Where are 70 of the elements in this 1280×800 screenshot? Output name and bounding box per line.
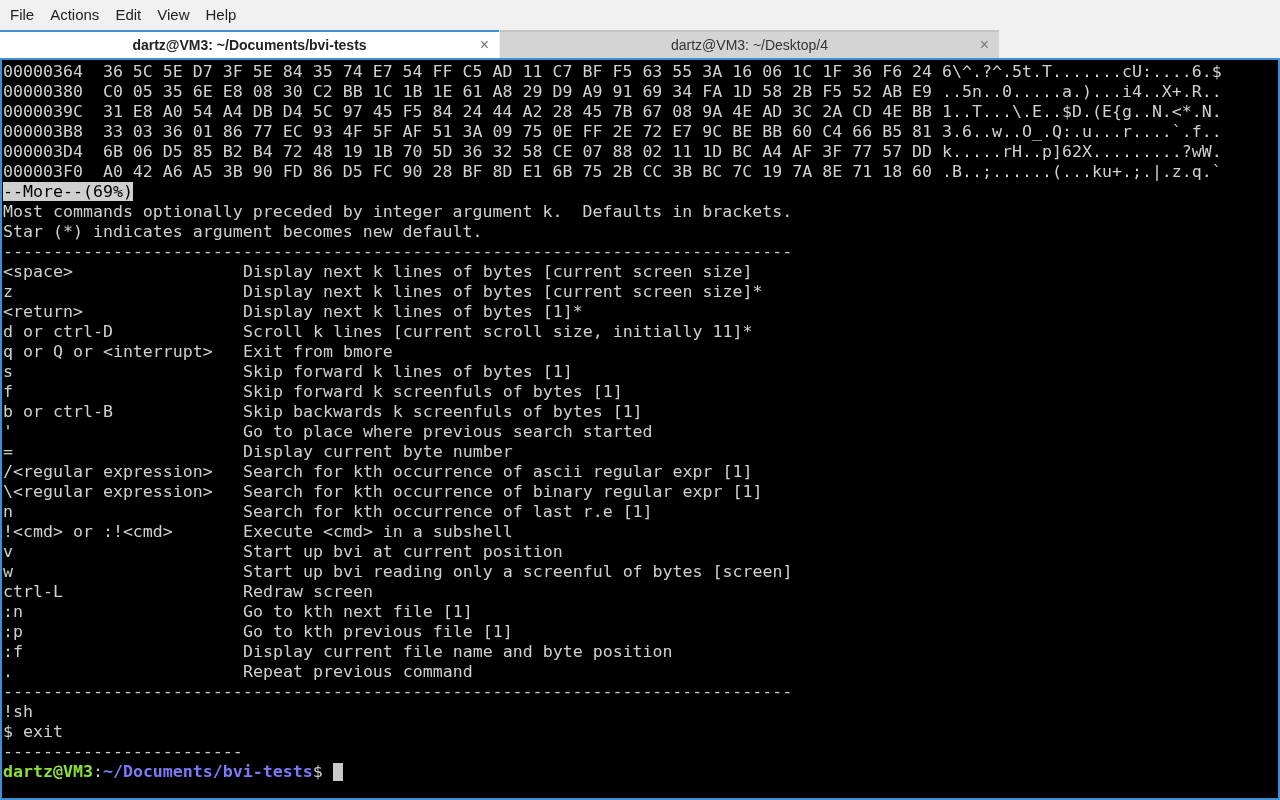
command-key: w bbox=[3, 562, 13, 581]
command-description: Display next k lines of bytes [current screen size]* bbox=[243, 282, 763, 302]
terminal-line: 000003F0 A0 42 A6 A5 3B 90 FD 86 D5 FC 90 28 BF 8D E1 6B 75 2B CC 3B BC 7C 19 7A 8E 71 18 60 .B..;......(...ku+.;.|.z.q.` bbox=[3, 162, 1222, 181]
command-description: Exit from bmore bbox=[243, 342, 393, 362]
command-key: :p bbox=[3, 622, 23, 641]
command-key: f bbox=[3, 382, 13, 401]
terminal-line: 000003D4 6B 06 D5 85 B2 B4 72 48 19 1B 70 5D 36 32 58 CE 07 88 02 11 1D BC A4 AF 3F 77 57 DD k.....rH..p]62X.........?wW. bbox=[3, 142, 1222, 161]
command-key: d or ctrl-D bbox=[3, 322, 113, 341]
command-description: Go to kth previous file [1] bbox=[243, 622, 513, 642]
terminal-line: Most commands optionally preceded by integer argument k. Defaults in brackets. bbox=[3, 202, 793, 221]
prompt-symbol: $ bbox=[312, 762, 323, 782]
command-key: = bbox=[3, 442, 13, 461]
command-key: q or Q or <interrupt> bbox=[3, 342, 213, 361]
command-description: Search for kth occurrence of last r.e [1] bbox=[243, 502, 653, 522]
terminal-line: 00000364 36 5C 5E D7 3F 5E 84 35 74 E7 54 FF C5 AD 11 C7 BF F5 63 55 3A 16 06 1C 1F 36 F6 24 6\^.?^.5t.T.......cU:....6.$ bbox=[3, 62, 1222, 81]
menu-item[interactable]: Help bbox=[197, 3, 245, 27]
text-cursor bbox=[332, 763, 343, 781]
command-description: Scroll k lines [current scroll size, initially 11]* bbox=[243, 322, 753, 342]
command-key: ' bbox=[3, 422, 13, 441]
close-button[interactable]: × bbox=[479, 33, 489, 57]
menu-item[interactable]: View bbox=[149, 3, 198, 27]
menu-item[interactable]: Actions bbox=[42, 3, 108, 27]
command-description: Display current file name and byte position bbox=[243, 642, 673, 662]
command-description: Redraw screen bbox=[243, 582, 373, 602]
command-description: Display current byte number bbox=[243, 442, 513, 462]
command-key: \<regular expression> bbox=[3, 482, 213, 501]
prompt-separator: : bbox=[92, 762, 103, 782]
prompt-user: dartz@VM3 bbox=[3, 762, 93, 782]
command-key: :n bbox=[3, 602, 23, 621]
command-description: Display next k lines of bytes [1]* bbox=[243, 302, 583, 322]
command-key: ctrl-L bbox=[3, 582, 63, 601]
command-description: Start up bvi reading only a screenful of bytes [screen] bbox=[243, 562, 793, 582]
dashed-rule: ------------------------ bbox=[3, 742, 243, 761]
command-description: Display next k lines of bytes [current screen size] bbox=[243, 262, 753, 282]
dashed-rule: ------------------------------------------------------------------------------- bbox=[3, 242, 793, 261]
terminal-line: !sh bbox=[3, 702, 33, 721]
command-key: /<regular expression> bbox=[3, 462, 213, 481]
command-key: b or ctrl-B bbox=[3, 402, 113, 421]
command-description: Skip backwards k screenfuls of bytes [1] bbox=[243, 402, 643, 422]
prompt-path: ~/Documents/bvi-tests bbox=[102, 762, 313, 782]
terminal-line: 000003B8 33 03 36 01 86 77 EC 93 4F 5F AF 51 3A 09 75 0E FF 2E 72 E7 9C BE BB 60 C4 66 B5 81 3.6..w..O_.Q:.u...r....`.f.. bbox=[3, 122, 1222, 141]
command-description: Repeat previous command bbox=[243, 662, 473, 682]
command-key: <return> bbox=[3, 302, 83, 321]
menu-item[interactable]: File bbox=[2, 3, 43, 27]
command-description: Execute <cmd> in a subshell bbox=[243, 522, 513, 542]
terminal-line: $ exit bbox=[3, 722, 63, 741]
command-description: Go to place where previous search started bbox=[243, 422, 653, 442]
dashed-rule: ------------------------------------------------------------------------------- bbox=[3, 682, 793, 701]
command-description: Skip forward k lines of bytes [1] bbox=[243, 362, 573, 382]
command-description: Start up bvi at current position bbox=[243, 542, 563, 562]
command-key: n bbox=[3, 502, 13, 521]
menu-item[interactable]: Edit bbox=[107, 3, 150, 27]
command-key: . bbox=[3, 662, 13, 681]
command-key: <space> bbox=[3, 262, 73, 281]
command-key: z bbox=[3, 282, 13, 301]
command-key: !<cmd> or :!<cmd> bbox=[3, 522, 173, 541]
terminal-line: 00000380 C0 05 35 6E E8 08 30 C2 BB 1C 1B 1E 61 A8 29 D9 A9 91 69 34 FA 1D 58 2B F5 52 AB E9 ..5n..0.....a.)...i4..X+.R.. bbox=[3, 82, 1222, 101]
command-description: Skip forward k screenfuls of bytes [1] bbox=[243, 382, 623, 402]
more-prompt: --More--(69%) bbox=[3, 182, 133, 201]
command-description: Go to kth next file [1] bbox=[243, 602, 473, 622]
command-key: :f bbox=[3, 642, 23, 661]
command-description: Search for kth occurrence of ascii regular expr [1] bbox=[243, 462, 753, 482]
terminal-line: Star (*) indicates argument becomes new default. bbox=[3, 222, 483, 241]
terminal-tab[interactable]: dartz@VM3: ~/Documents/bvi-tests × bbox=[0, 30, 499, 58]
command-description: Search for kth occurrence of binary regular expr [1] bbox=[243, 482, 763, 502]
terminal-tab[interactable]: dartz@VM3: ~/Desktop/4 × bbox=[500, 30, 999, 58]
terminal-line: 0000039C 31 E8 A0 54 A4 DB D4 5C 97 45 F5 84 24 44 A2 28 45 7B 67 08 9A 4E AD 3C 2A CD 4E BB 1..T...\.E..$D.(E{g..N.<*.N. bbox=[3, 102, 1222, 121]
command-key: v bbox=[3, 542, 13, 561]
terminal-area[interactable] bbox=[0, 58, 1280, 800]
command-key: s bbox=[3, 362, 13, 381]
